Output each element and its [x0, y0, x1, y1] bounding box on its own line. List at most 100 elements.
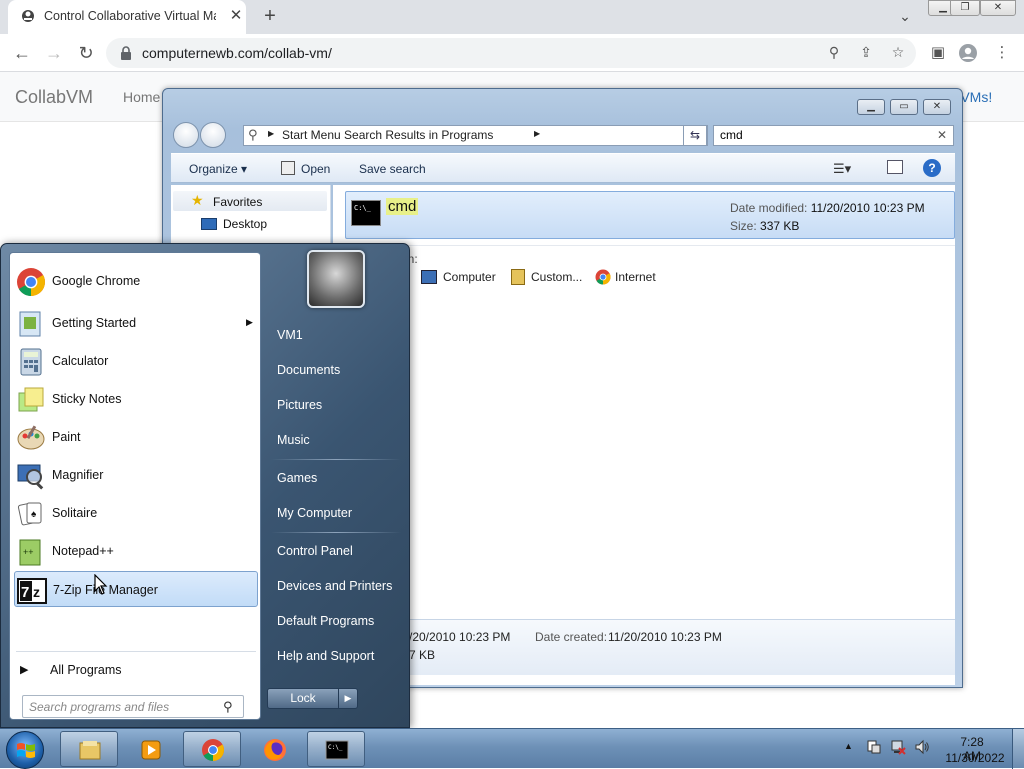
svg-text:++: ++ [23, 547, 34, 557]
programs-separator [16, 651, 256, 652]
program-google-chrome[interactable]: Google Chrome [14, 263, 258, 299]
size-label: Size: [730, 219, 757, 233]
browser-menu-icon[interactable]: ⋮ [992, 43, 1012, 63]
clock-date[interactable]: 11/30/2022 [944, 751, 1006, 765]
new-tab-button[interactable]: + [258, 4, 282, 28]
start-search-input[interactable]: Search programs and files ⚲ [22, 695, 244, 718]
search-input-value: cmd [720, 128, 743, 142]
taskbar-media-player[interactable] [121, 731, 179, 767]
user-picture-avatar[interactable] [307, 250, 365, 308]
shutdown-options-arrow-icon[interactable]: ▶ [338, 688, 358, 709]
reload-icon[interactable]: ↻ [74, 42, 98, 64]
back-icon[interactable]: ← [10, 42, 34, 64]
program-7zip-file-manager[interactable]: 7z 7-Zip File Manager [14, 571, 258, 607]
svg-text:C:\_: C:\_ [328, 744, 343, 751]
browser-tab[interactable]: Control Collaborative Virtual Ma ✕ [8, 0, 246, 34]
date-modified-label: Date modified: [730, 201, 808, 215]
start-right-my-computer[interactable]: My Computer [277, 506, 352, 520]
collabvm-favicon-icon [22, 10, 34, 22]
search-clear-icon[interactable]: ✕ [937, 128, 947, 142]
tab-close-icon[interactable]: ✕ [226, 6, 246, 26]
address-bar[interactable]: computernewb.com/collab-vm/ ⚲ ⇪ ☆ [106, 38, 916, 68]
save-search-button[interactable]: Save search [359, 162, 426, 176]
open-icon [281, 161, 295, 175]
refresh-icon[interactable]: ⇆ [683, 125, 707, 146]
search-again-custom[interactable]: Custom... [531, 270, 582, 284]
start-right-pictures[interactable]: Pictures [277, 398, 322, 412]
explorer-close-button[interactable]: ✕ [923, 99, 951, 115]
start-right-devices-printers[interactable]: Devices and Printers [277, 579, 392, 593]
volume-icon[interactable] [914, 739, 930, 755]
start-right-control-panel[interactable]: Control Panel [277, 544, 353, 558]
preview-pane-icon[interactable] [887, 160, 903, 174]
lock-button[interactable]: Lock [267, 688, 339, 709]
cmd-icon: C:\_ [351, 200, 381, 226]
explorer-back-forward [173, 122, 233, 148]
explorer-content: C:\_ cmd Date modified: 11/20/2010 10:23… [333, 185, 955, 685]
bookmark-star-icon[interactable]: ☆ [888, 44, 908, 62]
show-desktop-button[interactable] [1012, 729, 1024, 769]
zoom-search-icon[interactable]: ⚲ [824, 44, 844, 62]
search-icon[interactable]: ⚲ [223, 699, 239, 715]
side-panel-icon[interactable]: ▣ [928, 43, 948, 63]
start-right-documents[interactable]: Documents [277, 363, 340, 377]
explorer-back-button[interactable] [173, 122, 199, 148]
submenu-arrow-icon: ▶ [246, 317, 253, 327]
result-size: Size: 337 KB [730, 219, 799, 233]
desktop-nav-item[interactable]: Desktop [223, 217, 267, 231]
all-programs-button[interactable]: ▶ All Programs [20, 659, 256, 683]
program-solitaire[interactable]: ♠ Solitaire [14, 495, 258, 531]
site-brand[interactable]: CollabVM [15, 87, 93, 108]
explorer-address-bar[interactable]: ⚲ ▶ Start Menu Search Results in Program… [243, 125, 755, 146]
taskbar-cmd[interactable]: C:\_ [307, 731, 365, 767]
help-icon[interactable]: ? [923, 159, 941, 177]
start-right-default-programs[interactable]: Default Programs [277, 614, 374, 628]
program-getting-started[interactable]: Getting Started ▶ [14, 305, 258, 341]
network-disconnected-icon[interactable] [890, 739, 906, 755]
open-button[interactable]: Open [301, 162, 330, 176]
program-notepadpp[interactable]: ++ Notepad++ [14, 533, 258, 569]
view-options-icon[interactable]: ☰▾ [833, 161, 851, 177]
explorer-search-input[interactable]: cmd ✕ [713, 125, 954, 146]
profile-avatar-icon[interactable] [958, 43, 978, 63]
details-date-modified: /20/2010 10:23 PM [409, 630, 511, 644]
taskbar-chrome[interactable] [183, 731, 241, 767]
window-restore-button[interactable]: ❐ [950, 0, 980, 16]
explorer-minimize-button[interactable]: ▁ [857, 99, 885, 115]
search-folder-icon: ⚲ [248, 127, 258, 142]
show-hidden-icons-icon[interactable]: ▲ [844, 741, 853, 751]
solitaire-icon: ♠ [17, 502, 42, 526]
cmd-icon: C:\_ [325, 740, 349, 760]
program-magnifier[interactable]: Magnifier [14, 457, 258, 493]
taskbar-explorer[interactable] [60, 731, 118, 767]
start-button[interactable] [6, 731, 44, 769]
result-date-modified: Date modified: 11/20/2010 10:23 PM [730, 201, 925, 215]
start-right-vm1[interactable]: VM1 [277, 328, 303, 342]
7zip-icon: 7z [17, 578, 47, 604]
action-center-icon[interactable] [866, 739, 882, 755]
start-right-music[interactable]: Music [277, 433, 310, 447]
tab-title: Control Collaborative Virtual Ma [44, 9, 216, 23]
favorites-header[interactable]: ★ Favorites [173, 191, 327, 211]
nav-home-link[interactable]: Home [123, 89, 160, 105]
explorer-forward-button[interactable] [200, 122, 226, 148]
program-paint[interactable]: Paint [14, 419, 258, 455]
organize-button[interactable]: Organize ▾ [189, 162, 247, 176]
program-sticky-notes[interactable]: Sticky Notes [14, 381, 258, 417]
sticky-notes-icon [18, 387, 44, 412]
window-close-button[interactable]: ✕ [980, 0, 1016, 16]
notepadpp-icon: ++ [19, 539, 41, 566]
start-right-help-support[interactable]: Help and Support [277, 649, 374, 663]
all-programs-label: All Programs [50, 663, 122, 677]
search-again-computer[interactable]: Computer [443, 270, 496, 284]
forward-icon[interactable]: → [42, 42, 66, 64]
paint-icon [17, 425, 45, 450]
search-result-item[interactable]: C:\_ cmd Date modified: 11/20/2010 10:23… [345, 191, 955, 239]
search-again-internet[interactable]: Internet [615, 270, 656, 284]
explorer-maximize-button[interactable]: ▭ [890, 99, 918, 115]
program-calculator[interactable]: Calculator [14, 343, 258, 379]
start-right-games[interactable]: Games [277, 471, 317, 485]
tab-search-icon[interactable]: ⌄ [896, 8, 914, 26]
share-icon[interactable]: ⇪ [856, 44, 876, 62]
taskbar-firefox[interactable] [245, 731, 303, 767]
